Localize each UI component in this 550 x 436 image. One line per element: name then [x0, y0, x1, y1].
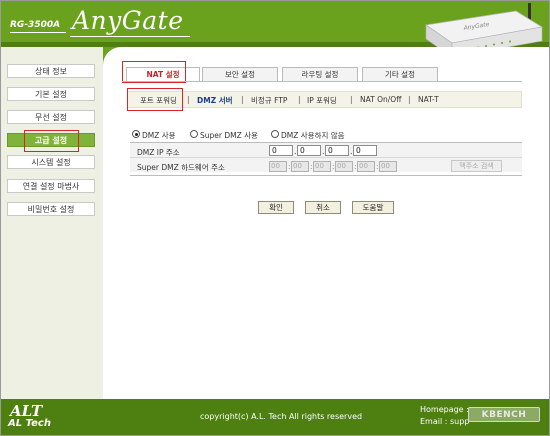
mac-octet-2[interactable]: 00	[291, 161, 309, 172]
dmz-ip-octet-1[interactable]: 0	[269, 145, 293, 156]
tab-label: 보안 설정	[225, 70, 255, 79]
sidebar-item-status[interactable]: 상태 정보	[7, 64, 95, 78]
tab-routing[interactable]: 라우팅 설정	[282, 67, 358, 81]
sidebar-item-label: 상태 정보	[35, 66, 67, 76]
subnav-separator: |	[408, 95, 411, 104]
highlight-nat-tab	[122, 61, 186, 83]
subnav-ip-forwarding[interactable]: IP 포워딩	[307, 95, 337, 106]
brand-logo: AnyGate	[72, 6, 184, 35]
sidebar-item-label: 기본 설정	[35, 89, 67, 99]
tab-underline	[122, 81, 522, 82]
subnav-separator: |	[298, 95, 301, 104]
mac-octet-1[interactable]: 00	[269, 161, 287, 172]
sidebar-item-wireless[interactable]: 무선 설정	[7, 110, 95, 124]
radio-dmz-off-label: DMZ 사용하지 않음	[281, 131, 345, 140]
tab-security[interactable]: 보안 설정	[202, 67, 278, 81]
radio-dmz-use[interactable]	[132, 130, 140, 138]
subnav-dmz[interactable]: DMZ 서버	[197, 95, 233, 106]
email-link[interactable]: Email : supp	[420, 417, 469, 426]
radio-super-dmz[interactable]	[190, 130, 198, 138]
subnav-separator: |	[350, 95, 353, 104]
tab-label: 라우팅 설정	[301, 70, 339, 79]
cancel-button[interactable]: 취소	[305, 201, 341, 214]
mac-search-button[interactable]: 맥주소 검색	[451, 160, 502, 172]
confirm-button[interactable]: 확인	[258, 201, 294, 214]
tab-etc[interactable]: 기타 설정	[362, 67, 438, 81]
mac-octet-3[interactable]: 00	[313, 161, 331, 172]
company-logo-text: AL Tech	[8, 418, 51, 429]
highlight-advanced	[24, 130, 79, 152]
brand-underline	[70, 36, 190, 37]
help-button[interactable]: 도움말	[352, 201, 394, 214]
sidebar-item-label: 무선 설정	[35, 112, 67, 122]
subnav-separator: |	[241, 95, 244, 104]
mac-octet-4[interactable]: 00	[335, 161, 353, 172]
subnav-nat-t[interactable]: NAT-T	[418, 95, 439, 104]
highlight-port-forwarding	[127, 88, 183, 111]
mac-octet-6[interactable]: 00	[379, 161, 397, 172]
dmz-ip-octet-2[interactable]: 0	[297, 145, 321, 156]
model-underline	[10, 32, 66, 33]
model-name: RG-3500A	[10, 20, 61, 30]
sidebar-item-label: 비밀번호 설정	[27, 204, 75, 214]
radio-dmz-use-label: DMZ 사용	[142, 131, 176, 140]
sidebar-item-wizard[interactable]: 연결 설정 마법사	[7, 179, 95, 193]
sidebar-item-label: 연결 설정 마법사	[22, 181, 80, 191]
table-bottom-border	[130, 175, 522, 176]
sidebar-item-system[interactable]: 시스템 설정	[7, 155, 95, 169]
sidebar-item-password[interactable]: 비밀번호 설정	[7, 202, 95, 216]
dmz-ip-octet-3[interactable]: 0	[325, 145, 349, 156]
subnav-separator: |	[187, 95, 190, 104]
homepage-link[interactable]: Homepage :	[420, 405, 469, 414]
radio-super-dmz-label: Super DMZ 사용	[200, 131, 258, 140]
radio-dmz-off[interactable]	[271, 130, 279, 138]
subnav-nat-onoff[interactable]: NAT On/Off	[360, 95, 401, 104]
tab-label: 기타 설정	[385, 70, 415, 79]
dmz-ip-octet-4[interactable]: 0	[353, 145, 377, 156]
subnav-ftp[interactable]: 비정규 FTP	[251, 95, 287, 106]
watermark-logo: KBENCH	[468, 407, 540, 422]
sidebar-item-basic[interactable]: 기본 설정	[7, 87, 95, 101]
copyright-text: copyright(c) A.L. Tech All rights reserv…	[200, 412, 363, 421]
sidebar-item-label: 시스템 설정	[31, 157, 71, 167]
mac-octet-5[interactable]: 00	[357, 161, 375, 172]
super-dmz-mac-label: Super DMZ 하드웨어 주소	[137, 163, 225, 172]
